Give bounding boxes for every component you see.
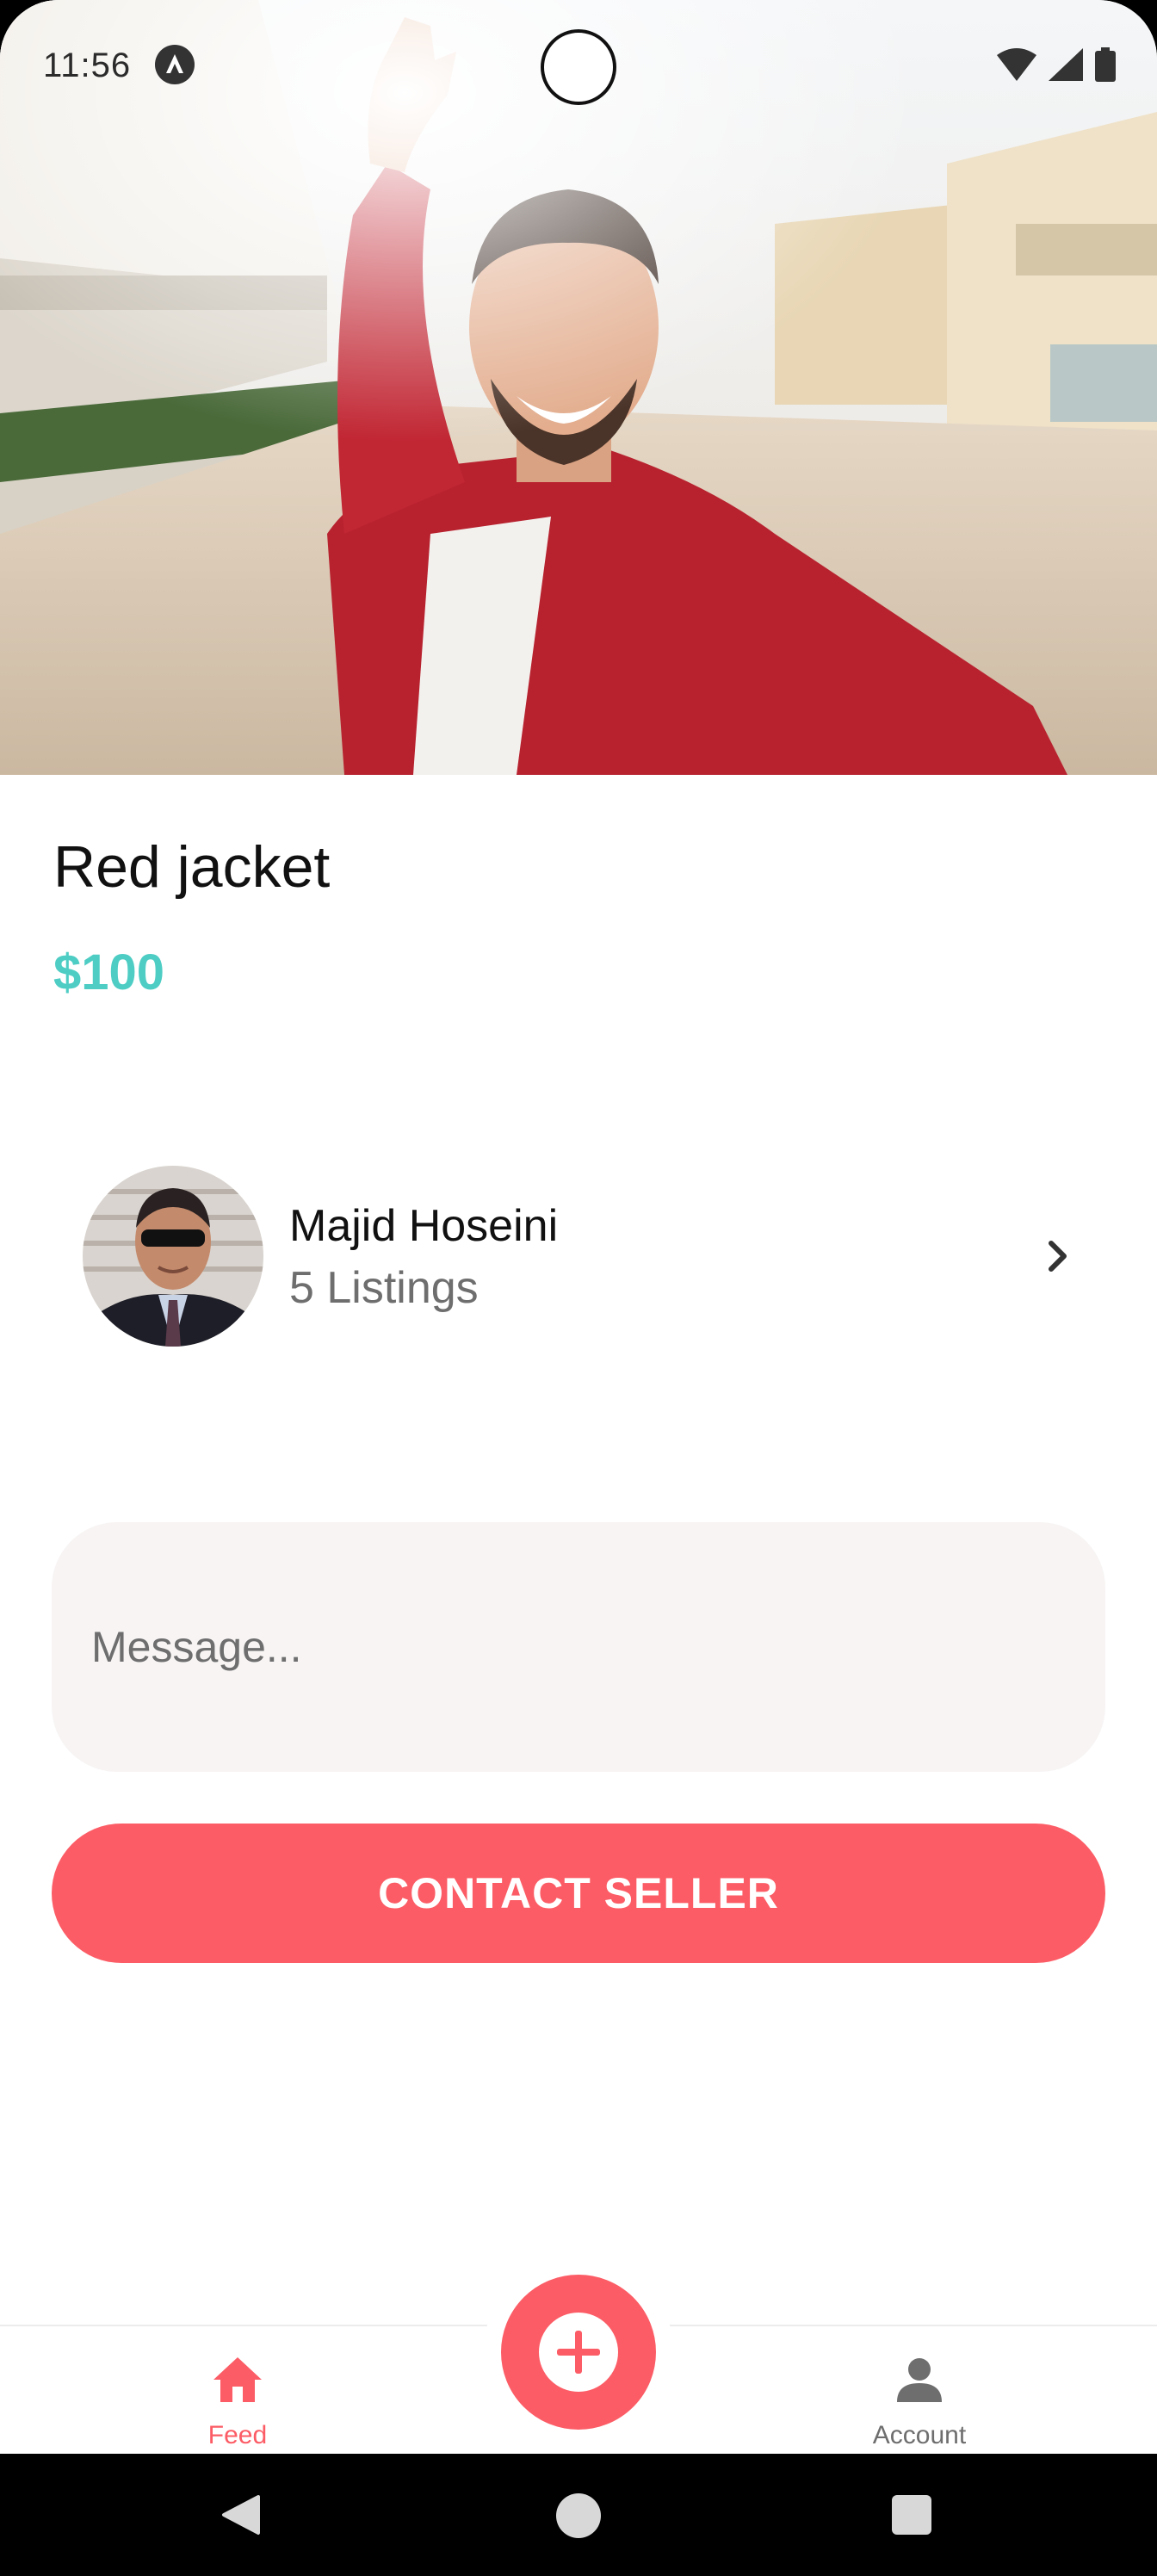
chevron-right-icon — [1049, 1241, 1067, 1272]
tab-feed[interactable]: Feed — [108, 2326, 367, 2455]
status-bar: 11:56 — [0, 0, 1157, 129]
app-notification-icon — [155, 45, 195, 84]
status-time: 11:56 — [43, 46, 132, 84]
tab-account-label: Account — [872, 2421, 967, 2449]
plus-icon — [539, 2313, 618, 2392]
new-listing-button[interactable] — [492, 2266, 665, 2438]
battery-icon — [1095, 47, 1116, 82]
home-icon — [213, 2357, 262, 2402]
home-nav-icon[interactable] — [556, 2493, 601, 2538]
seller-listings-count: 5 Listings — [289, 1263, 479, 1313]
status-icons — [997, 45, 1116, 84]
system-navigation-bar — [0, 2454, 1157, 2576]
listing-details-screen: 11:56 Red jacket $100 Majid Hoseini 5 Li… — [0, 0, 1157, 2576]
person-icon — [897, 2358, 942, 2402]
listing-price: $100 — [53, 944, 165, 1000]
back-icon[interactable] — [219, 2493, 262, 2536]
contact-seller-button[interactable]: CONTACT SELLER — [52, 1824, 1105, 1963]
tab-feed-label: Feed — [207, 2421, 268, 2449]
recents-icon[interactable] — [892, 2495, 931, 2535]
listing-title: Red jacket — [53, 834, 331, 900]
signal-icon — [1049, 48, 1083, 81]
seller-name: Majid Hoseini — [289, 1201, 559, 1251]
seller-list-item[interactable]: Majid Hoseini 5 Listings — [83, 1166, 1081, 1347]
message-input[interactable] — [52, 1522, 1105, 1772]
tab-account[interactable]: Account — [790, 2326, 1049, 2455]
wifi-icon — [997, 48, 1036, 81]
camera-cutout — [541, 29, 616, 105]
seller-avatar — [83, 1166, 263, 1347]
